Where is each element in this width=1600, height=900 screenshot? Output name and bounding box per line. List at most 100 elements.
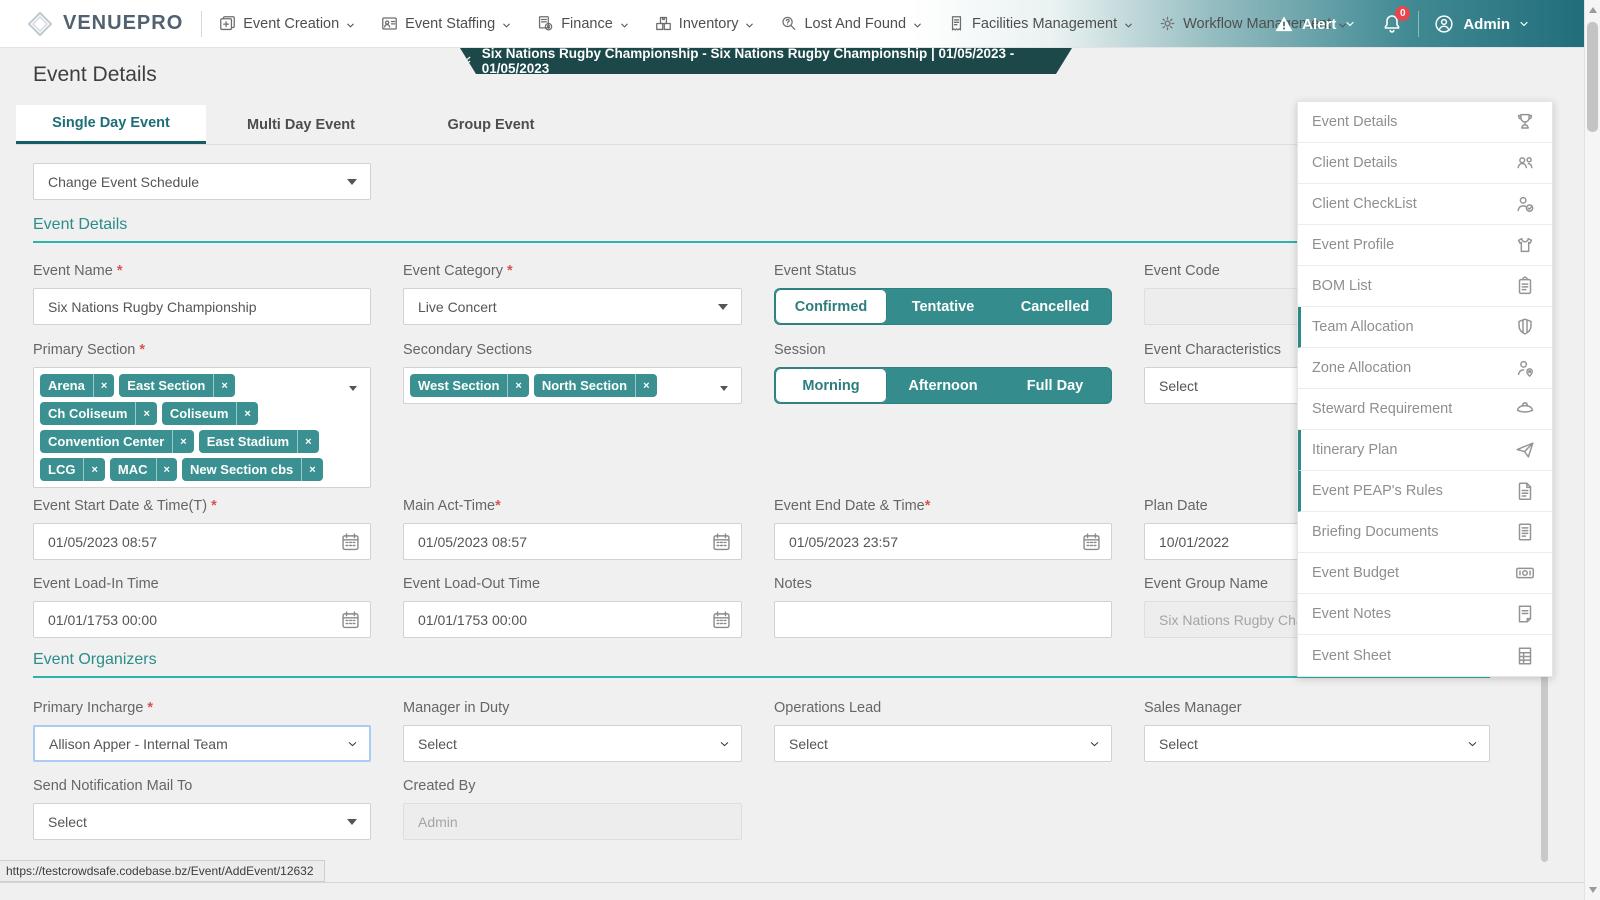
tag-remove-icon[interactable]: × — [213, 374, 234, 397]
field-primary-section: Primary Section Arena×East Section×Ch Co… — [33, 342, 371, 488]
secondary-sections-multiselect[interactable]: West Section×North Section× — [403, 367, 742, 404]
steward-hat-icon — [1514, 398, 1536, 420]
tag-label: Ch Coliseum — [40, 402, 135, 425]
sidebar-item-steward-requirement[interactable]: Steward Requirement — [1298, 389, 1552, 430]
chevron-down-icon — [1518, 18, 1530, 30]
tag-remove-icon[interactable]: × — [83, 458, 104, 481]
field-notes: Notes — [774, 576, 1112, 638]
sidebar-item-label: Steward Requirement — [1312, 401, 1452, 417]
sidebar-item-zone-allocation[interactable]: Zone Allocation — [1298, 348, 1552, 389]
sidebar-item-event-profile[interactable]: Event Profile — [1298, 225, 1552, 266]
sidebar-item-event-sheet[interactable]: Event Sheet — [1298, 635, 1552, 676]
briefing-doc-icon — [1514, 521, 1536, 543]
browser-scrollbar[interactable] — [1584, 0, 1600, 900]
user-circle-icon — [1433, 13, 1455, 35]
navbar-divider — [201, 11, 202, 37]
session-option-afternoon[interactable]: Afternoon — [887, 368, 999, 403]
operations-lead-select[interactable]: Select — [774, 725, 1112, 762]
field-change-event-schedule: Change Event Schedule — [33, 163, 371, 200]
nav-item-finance[interactable]: Finance — [536, 14, 630, 33]
sales-manager-value: Select — [1159, 736, 1198, 752]
load-in-time-input[interactable]: 01/01/1753 00:00 — [33, 601, 371, 638]
event-name-input[interactable] — [33, 288, 371, 325]
sidebar-item-event-notes[interactable]: Event Notes — [1298, 594, 1552, 635]
session-option-full-day[interactable]: Full Day — [999, 368, 1111, 403]
sidebar-item-bom-list[interactable]: BOM List — [1298, 266, 1552, 307]
nav-item-lost-and-found[interactable]: Lost And Found — [779, 14, 923, 33]
notification-badge: 0 — [1395, 6, 1410, 21]
tag-label: Coliseum — [162, 402, 237, 425]
nav-item-event-creation[interactable]: Event Creation — [218, 14, 356, 33]
send-notification-select[interactable]: Select — [33, 803, 371, 840]
sidebar-item-itinerary-plan[interactable]: Itinerary Plan — [1298, 430, 1552, 471]
calendar-icon[interactable] — [340, 609, 361, 630]
tab-multi-day-event[interactable]: Multi Day Event — [206, 105, 396, 144]
main-act-time-input[interactable]: 01/05/2023 08:57 — [403, 523, 742, 560]
chevron-down-icon — [345, 18, 356, 29]
section-tag: Convention Center× — [40, 430, 194, 453]
calendar-icon[interactable] — [1081, 531, 1102, 552]
notes-input[interactable] — [774, 601, 1112, 638]
event-status-option-confirmed[interactable]: Confirmed — [775, 289, 887, 324]
event-status-option-tentative[interactable]: Tentative — [887, 289, 999, 324]
load-out-time-input[interactable]: 01/01/1753 00:00 — [403, 601, 742, 638]
scrollbar-thumb[interactable] — [1587, 22, 1598, 132]
event-end-datetime-input[interactable]: 01/05/2023 23:57 — [774, 523, 1112, 560]
user-menu[interactable]: Admin — [1433, 13, 1530, 35]
nav-item-inventory[interactable]: Inventory — [654, 14, 756, 33]
tag-remove-icon[interactable]: × — [135, 402, 156, 425]
primary-incharge-value: Allison Apper - Internal Team — [49, 736, 228, 752]
chevron-down-icon — [346, 737, 359, 750]
tag-remove-icon[interactable]: × — [156, 458, 177, 481]
change-event-schedule-select[interactable]: Change Event Schedule — [33, 163, 371, 200]
notifications-button[interactable]: 0 — [1380, 11, 1404, 37]
tag-remove-icon[interactable]: × — [236, 402, 257, 425]
sidebar-item-team-allocation[interactable]: Team Allocation — [1298, 307, 1552, 348]
nav-item-event-staffing[interactable]: Event Staffing — [380, 14, 512, 33]
field-label: Event Status — [774, 263, 856, 279]
calendar-icon[interactable] — [340, 531, 361, 552]
sidebar-item-label: Client Details — [1312, 155, 1397, 171]
tab-group-event[interactable]: Group Event — [396, 105, 586, 144]
navbar-right: Alert 0 Admin — [1274, 0, 1530, 48]
tshirt-icon — [1514, 234, 1536, 256]
event-status-option-cancelled[interactable]: Cancelled — [999, 289, 1111, 324]
session-segmented: MorningAfternoonFull Day — [774, 367, 1112, 404]
tag-remove-icon[interactable]: × — [635, 374, 656, 397]
section-tag: Ch Coliseum× — [40, 402, 157, 425]
tag-remove-icon[interactable]: × — [301, 458, 322, 481]
scroll-up-arrow-icon[interactable] — [1589, 7, 1597, 13]
tag-remove-icon[interactable]: × — [507, 374, 528, 397]
field-label: Session — [774, 342, 826, 358]
calendar-icon[interactable] — [711, 531, 732, 552]
status-url: https://testcrowdsafe.codebase.bz/Event/… — [6, 864, 314, 878]
tag-remove-icon[interactable]: × — [297, 430, 318, 453]
field-secondary-sections: Secondary Sections West Section×North Se… — [403, 342, 742, 404]
section-tag: North Section× — [534, 374, 657, 397]
brand-logo[interactable]: VENUEPRO — [26, 10, 183, 38]
sidebar-item-event-budget[interactable]: Event Budget — [1298, 553, 1552, 594]
scroll-down-arrow-icon[interactable] — [1589, 887, 1597, 893]
event-category-select[interactable]: Live Concert — [403, 288, 742, 325]
sidebar-item-event-details[interactable]: Event Details — [1298, 102, 1552, 143]
nav-item-facilities-management[interactable]: Facilities Management — [947, 14, 1134, 33]
tab-single-day-event[interactable]: Single Day Event — [16, 105, 206, 144]
sales-manager-select[interactable]: Select — [1144, 725, 1490, 762]
navbar-menu: Event Creation Event Staffing Finance Inven… — [218, 14, 1348, 33]
primary-section-multiselect[interactable]: Arena×East Section×Ch Coliseum×Coliseum×… — [33, 367, 371, 488]
tag-remove-icon[interactable]: × — [172, 430, 193, 453]
sidebar-item-briefing-documents[interactable]: Briefing Documents — [1298, 512, 1552, 553]
alert-menu[interactable]: Alert — [1274, 14, 1356, 34]
tag-remove-icon[interactable]: × — [93, 374, 114, 397]
sidebar-item-event-peap-s-rules[interactable]: Event PEAP's Rules — [1298, 471, 1552, 512]
sidebar-item-client-checklist[interactable]: Client CheckList — [1298, 184, 1552, 225]
field-label: Event Name — [33, 263, 122, 279]
calendar-icon[interactable] — [711, 609, 732, 630]
event-start-datetime-input[interactable]: 01/05/2023 08:57 — [33, 523, 371, 560]
sidebar-item-label: Client CheckList — [1312, 196, 1417, 212]
sidebar-item-client-details[interactable]: Client Details — [1298, 143, 1552, 184]
manager-in-duty-select[interactable]: Select — [403, 725, 742, 762]
primary-incharge-select[interactable]: Allison Apper - Internal Team — [33, 725, 371, 762]
session-option-morning[interactable]: Morning — [775, 368, 887, 403]
event-banner[interactable]: Six Nations Rugby Championship - Six Nat… — [460, 48, 1072, 74]
